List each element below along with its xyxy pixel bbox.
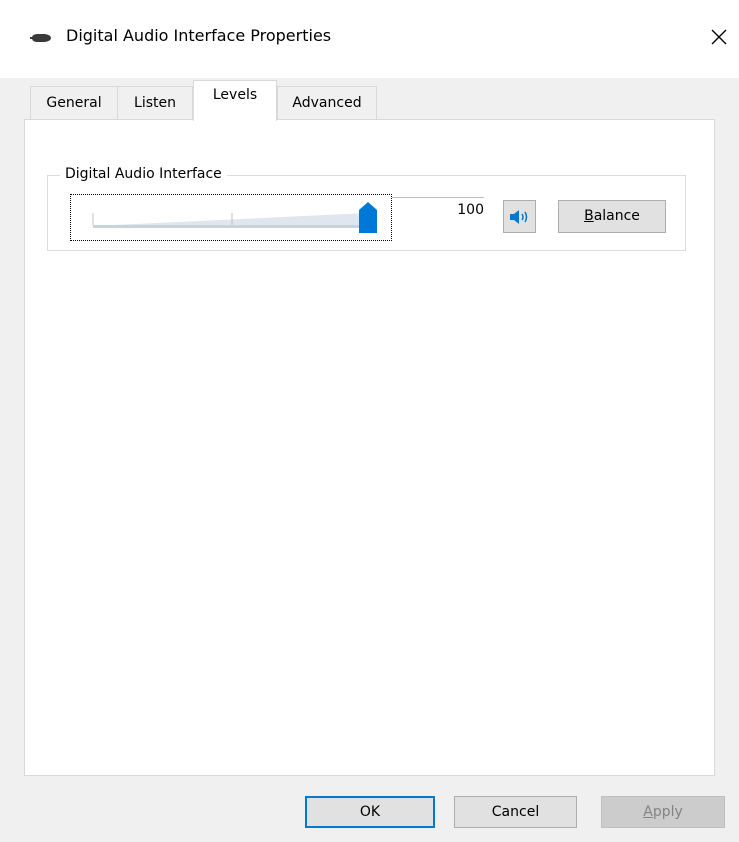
slider-track (93, 213, 367, 226)
level-group: Digital Audio Interface 100 Balance (47, 166, 686, 251)
slider-rail (93, 225, 367, 228)
close-icon (711, 29, 727, 45)
properties-dialog: Digital Audio Interface Properties Gener… (0, 0, 739, 842)
slider-thumb[interactable] (359, 202, 377, 233)
tab-listen[interactable]: Listen (117, 86, 193, 119)
balance-mnemonic: B (584, 208, 594, 224)
balance-label: alance (593, 208, 640, 224)
mute-button[interactable] (503, 200, 536, 233)
title-bar: Digital Audio Interface Properties (0, 0, 739, 78)
close-button[interactable] (700, 18, 738, 58)
cancel-button[interactable]: Cancel (454, 796, 577, 828)
apply-label: pply (652, 804, 683, 820)
speaker-volume-icon (510, 210, 528, 224)
level-value: 100 (392, 197, 484, 223)
window-title: Digital Audio Interface Properties (66, 26, 332, 45)
balance-button[interactable]: Balance (558, 200, 666, 233)
tab-advanced[interactable]: Advanced (277, 86, 377, 119)
group-label: Digital Audio Interface (60, 166, 227, 182)
apply-button[interactable]: Apply (601, 796, 725, 828)
volume-slider[interactable] (70, 194, 392, 241)
levels-panel: Digital Audio Interface 100 Balance (24, 119, 715, 776)
tab-levels[interactable]: Levels (193, 80, 277, 121)
ok-button[interactable]: OK (305, 796, 435, 828)
apply-mnemonic: A (643, 804, 653, 820)
speaker-device-icon (30, 32, 52, 44)
tab-general[interactable]: General (30, 86, 118, 119)
